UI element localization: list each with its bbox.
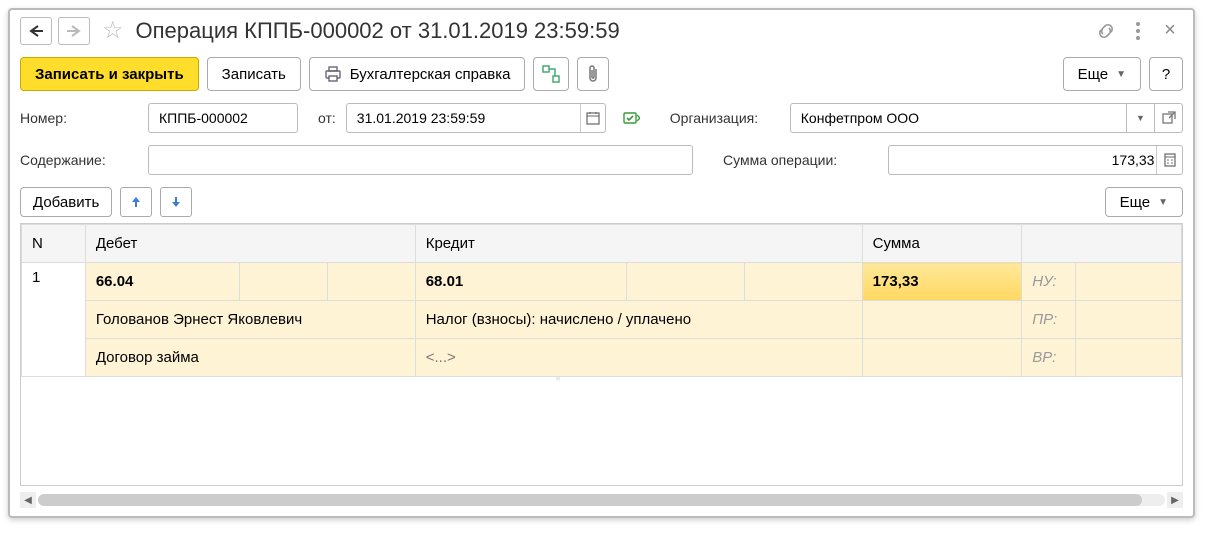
- date-label: от:: [318, 110, 336, 126]
- chevron-down-icon: ▼: [1136, 113, 1145, 123]
- save-and-close-button[interactable]: Записать и закрыть: [20, 57, 199, 91]
- page-title: Операция КППБ-000002 от 31.01.2019 23:59…: [136, 18, 620, 44]
- close-button[interactable]: ×: [1157, 18, 1183, 44]
- favorite-star-icon[interactable]: ☆: [102, 16, 124, 45]
- printer-icon: [324, 66, 342, 82]
- vertical-dots-icon: [1136, 22, 1140, 40]
- table-row[interactable]: 1 66.04 68.01 173,33 НУ:: [22, 263, 1182, 301]
- open-icon: [1162, 111, 1176, 125]
- cell-n: 1: [22, 263, 86, 377]
- arrow-up-icon: [130, 195, 142, 209]
- arrow-down-icon: [170, 195, 182, 209]
- table-more-label: Еще: [1120, 194, 1151, 211]
- horizontal-scrollbar[interactable]: ◀ ▶: [20, 492, 1183, 508]
- scroll-left-icon[interactable]: ◀: [20, 492, 36, 508]
- content-field[interactable]: [148, 145, 693, 175]
- add-row-button[interactable]: Добавить: [20, 187, 112, 217]
- col-debet[interactable]: Дебет: [85, 225, 415, 263]
- cell-credit-sub2[interactable]: <...>: [415, 339, 862, 377]
- date-field[interactable]: [346, 103, 606, 133]
- cell-credit-account[interactable]: 68.01: [415, 263, 627, 301]
- arrow-left-icon: [28, 25, 44, 37]
- col-n[interactable]: N: [22, 225, 86, 263]
- arrow-right-icon: [66, 25, 82, 37]
- table-row[interactable]: Голованов Эрнест Яковлевич Налог (взносы…: [22, 301, 1182, 339]
- save-and-close-label: Записать и закрыть: [35, 66, 184, 83]
- posted-flag-icon[interactable]: [622, 110, 640, 126]
- calendar-icon: [586, 111, 600, 125]
- cell-side-pr: ПР:: [1022, 301, 1075, 339]
- sum-field[interactable]: [888, 145, 1183, 175]
- number-field[interactable]: [148, 103, 298, 133]
- report-button[interactable]: Бухгалтерская справка: [309, 57, 526, 91]
- table-row[interactable]: Договор займа <...> ВР:: [22, 339, 1182, 377]
- nav-back-button[interactable]: [20, 17, 52, 45]
- org-label: Организация:: [670, 110, 780, 126]
- cell-credit-sub1[interactable]: Налог (взносы): начислено / уплачено: [415, 301, 862, 339]
- help-button[interactable]: ?: [1149, 57, 1183, 91]
- entries-table: N Дебет Кредит Сумма 1 66.04 68.01: [20, 223, 1183, 486]
- structure-button[interactable]: [533, 57, 569, 91]
- cell-side-vr: ВР:: [1022, 339, 1075, 377]
- add-label: Добавить: [33, 194, 99, 211]
- number-input[interactable]: [157, 109, 289, 127]
- table-more-button[interactable]: Еще ▼: [1105, 187, 1183, 217]
- structure-icon: [542, 65, 560, 83]
- chevron-down-icon: ▼: [1116, 69, 1126, 80]
- number-label: Номер:: [20, 110, 138, 126]
- chain-icon: [1097, 22, 1115, 40]
- move-down-button[interactable]: [160, 187, 192, 217]
- attach-button[interactable]: [577, 57, 609, 91]
- sum-label: Сумма операции:: [723, 152, 878, 168]
- calculator-icon: [1164, 153, 1176, 167]
- move-up-button[interactable]: [120, 187, 152, 217]
- help-label: ?: [1162, 66, 1170, 83]
- save-label: Записать: [222, 66, 286, 83]
- cell-sum[interactable]: 173,33: [862, 263, 1022, 301]
- content-label: Содержание:: [20, 152, 138, 168]
- calendar-button[interactable]: [580, 104, 605, 132]
- org-field[interactable]: [790, 103, 1127, 133]
- org-open-button[interactable]: [1155, 103, 1183, 133]
- cell-debet-account[interactable]: 66.04: [85, 263, 239, 301]
- date-input[interactable]: [355, 109, 580, 127]
- scroll-thumb[interactable]: [38, 494, 1142, 506]
- org-dropdown-button[interactable]: ▼: [1127, 103, 1155, 133]
- sum-input[interactable]: [897, 151, 1156, 169]
- org-input[interactable]: [799, 109, 1126, 127]
- cell-side-nu: НУ:: [1022, 263, 1075, 301]
- chevron-down-icon: ▼: [1158, 197, 1168, 208]
- scroll-track[interactable]: [38, 494, 1165, 506]
- save-button[interactable]: Записать: [207, 57, 301, 91]
- calculator-button[interactable]: [1156, 146, 1182, 174]
- nav-forward-button[interactable]: [58, 17, 90, 45]
- report-label: Бухгалтерская справка: [350, 66, 511, 83]
- cell-debet-sub1[interactable]: Голованов Эрнест Яковлевич: [85, 301, 415, 339]
- link-icon[interactable]: [1093, 18, 1119, 44]
- more-label: Еще: [1078, 66, 1109, 83]
- content-input[interactable]: [157, 151, 684, 169]
- menu-dots-icon[interactable]: [1125, 18, 1151, 44]
- scroll-right-icon[interactable]: ▶: [1167, 492, 1183, 508]
- more-button[interactable]: Еще ▼: [1063, 57, 1141, 91]
- paperclip-icon: [586, 65, 600, 83]
- cell-debet-sub2[interactable]: Договор займа: [85, 339, 415, 377]
- col-sum[interactable]: Сумма: [862, 225, 1022, 263]
- col-credit[interactable]: Кредит: [415, 225, 862, 263]
